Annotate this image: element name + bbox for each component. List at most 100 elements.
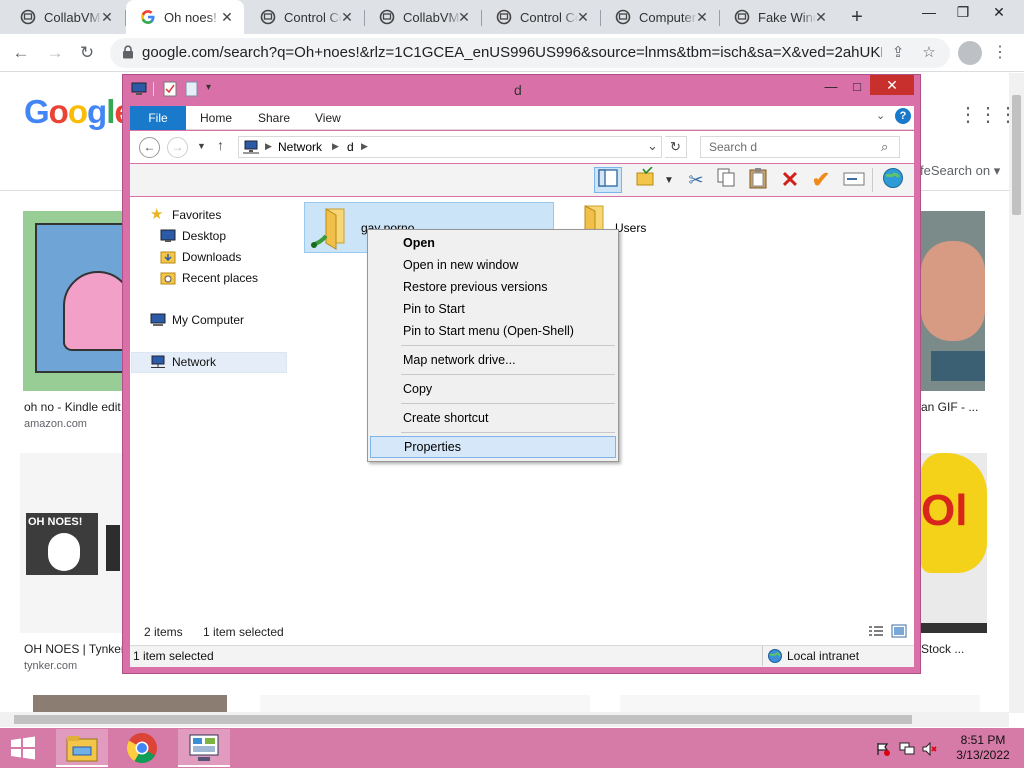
breadcrumb[interactable]: ▶ Network ▶ d ▶ ⌄: [238, 136, 662, 158]
close-icon[interactable]: ✕: [812, 8, 830, 26]
copy-icon[interactable]: [712, 167, 740, 193]
taskbar-chrome[interactable]: [116, 729, 168, 767]
close-icon[interactable]: ✕: [455, 8, 473, 26]
tab-computer[interactable]: Computer ✕: [601, 0, 719, 34]
scroll-thumb[interactable]: [14, 715, 912, 724]
close-icon[interactable]: ✕: [870, 75, 914, 95]
system-clock[interactable]: 8:51 PM 3/13/2022: [944, 733, 1022, 763]
nav-network[interactable]: Network: [150, 352, 216, 372]
back-arrow-icon[interactable]: ←: [139, 137, 160, 158]
network-tray-icon[interactable]: [899, 742, 915, 756]
safesearch-toggle[interactable]: feSearch on ▾: [920, 163, 1000, 179]
reload-icon[interactable]: ↻: [74, 40, 100, 66]
computer-icon[interactable]: [131, 81, 147, 97]
chevron-right-icon[interactable]: ▶: [332, 141, 339, 152]
refresh-icon[interactable]: ↻: [665, 136, 687, 158]
ribbon-tab-view[interactable]: View: [315, 106, 341, 130]
share-icon[interactable]: ⇪: [888, 43, 908, 63]
up-arrow-icon[interactable]: ↑: [217, 137, 224, 153]
result-thumb-photo[interactable]: [921, 211, 985, 391]
breadcrumb-item-network[interactable]: Network: [278, 140, 322, 154]
start-button[interactable]: [8, 735, 38, 761]
select-folder-icon[interactable]: [632, 166, 660, 193]
file-name[interactable]: Users: [615, 221, 646, 235]
close-icon[interactable]: ✕: [218, 8, 236, 26]
result-caption[interactable]: OH NOES | Tynker: [24, 642, 125, 656]
tab-control-center-2[interactable]: Control Center ✕: [482, 0, 600, 34]
volume-muted-icon[interactable]: [922, 741, 938, 757]
kebab-menu-icon[interactable]: ⋮: [990, 42, 1010, 64]
recent-locations-icon[interactable]: ▼: [197, 141, 206, 151]
bookmark-star-icon[interactable]: ☆: [919, 43, 939, 63]
action-center-flag-icon[interactable]: [876, 742, 890, 756]
menu-item-pin-to-start-menu[interactable]: Pin to Start menu (Open-Shell): [370, 320, 616, 342]
nav-recent-places[interactable]: Recent places: [160, 268, 258, 288]
paste-icon[interactable]: [744, 167, 772, 193]
menu-item-map-network-drive[interactable]: Map network drive...: [370, 349, 616, 371]
nav-downloads[interactable]: Downloads: [160, 247, 241, 267]
nav-my-computer[interactable]: My Computer: [150, 310, 244, 330]
page-horizontal-scrollbar[interactable]: [0, 712, 1009, 727]
details-view-icon[interactable]: [868, 625, 884, 637]
rename-icon[interactable]: [840, 167, 868, 193]
result-thumb-pink-elephant[interactable]: [23, 211, 123, 391]
back-arrow-icon[interactable]: ←: [8, 40, 34, 66]
result-thumb-bottom[interactable]: [620, 695, 980, 712]
minimize-icon[interactable]: —: [912, 0, 946, 26]
tab-fake-windows[interactable]: Fake Windows ✕: [720, 0, 838, 34]
maximize-icon[interactable]: □: [844, 78, 870, 96]
forward-arrow-icon[interactable]: →: [42, 40, 68, 66]
delete-icon[interactable]: ✕: [776, 167, 804, 193]
close-icon[interactable]: ✕: [338, 8, 356, 26]
profile-avatar[interactable]: [958, 41, 982, 65]
help-icon[interactable]: ?: [895, 108, 911, 124]
menu-item-properties[interactable]: Properties: [370, 436, 616, 458]
tab-collabvm-2[interactable]: CollabVM ✕: [365, 0, 481, 34]
tab-control-center-1[interactable]: Control Center ✕: [246, 0, 364, 34]
new-folder-icon[interactable]: [185, 81, 201, 97]
result-caption[interactable]: an GIF - ...: [921, 400, 978, 414]
nav-desktop[interactable]: Desktop: [160, 226, 226, 246]
breadcrumb-item-d[interactable]: d: [347, 140, 354, 154]
ribbon-tab-home[interactable]: Home: [200, 106, 232, 130]
new-tab-button[interactable]: +: [845, 5, 869, 29]
ribbon-tab-share[interactable]: Share: [258, 106, 290, 130]
menu-item-pin-to-start[interactable]: Pin to Start: [370, 298, 616, 320]
close-icon[interactable]: ✕: [982, 0, 1016, 26]
taskbar-control-panel[interactable]: [178, 729, 230, 767]
menu-item-open-new-window[interactable]: Open in new window: [370, 254, 616, 276]
result-caption[interactable]: Stock ...: [921, 642, 964, 656]
minimize-icon[interactable]: —: [818, 78, 844, 96]
ribbon-tab-file[interactable]: File: [130, 106, 186, 130]
close-icon[interactable]: ✕: [693, 8, 711, 26]
qat-dropdown-icon[interactable]: ▾: [206, 82, 211, 93]
nav-favorites[interactable]: ★ Favorites: [150, 205, 221, 225]
checkmark-icon[interactable]: ✔: [807, 167, 835, 193]
dropdown-arrow-icon[interactable]: ▼: [664, 175, 674, 186]
large-icons-view-icon[interactable]: [891, 624, 907, 638]
search-input[interactable]: Search d ⌕: [700, 136, 900, 158]
menu-item-restore-previous-versions[interactable]: Restore previous versions: [370, 276, 616, 298]
preview-pane-icon[interactable]: [594, 167, 622, 193]
chevron-down-icon[interactable]: ⌄: [647, 138, 658, 154]
url-text[interactable]: google.com/search?q=Oh+noes!&rlz=1C1GCEA…: [142, 44, 882, 62]
result-thumb-oh-no-comic[interactable]: Ol: [921, 453, 987, 633]
globe-icon[interactable]: [879, 167, 907, 193]
close-icon[interactable]: ✕: [574, 8, 592, 26]
cut-icon[interactable]: ✂: [682, 167, 710, 193]
scroll-thumb[interactable]: [1012, 95, 1021, 215]
page-vertical-scrollbar[interactable]: [1009, 73, 1024, 713]
chevron-down-icon[interactable]: ⌄: [876, 109, 885, 122]
taskbar-file-explorer[interactable]: [56, 729, 108, 767]
result-thumb-bottom[interactable]: [260, 695, 590, 712]
result-source[interactable]: tynker.com: [24, 660, 77, 672]
tab-collabvm-1[interactable]: CollabVM ✕: [6, 0, 124, 34]
forward-arrow-icon[interactable]: →: [167, 137, 188, 158]
menu-item-create-shortcut[interactable]: Create shortcut: [370, 407, 616, 429]
menu-item-open[interactable]: Open: [370, 232, 616, 254]
result-source[interactable]: amazon.com: [24, 418, 87, 430]
result-thumb-oh-noes-cat[interactable]: OH NOES!: [20, 453, 126, 633]
close-icon[interactable]: ✕: [98, 8, 116, 26]
tab-oh-noes[interactable]: Oh noes! ✕: [126, 0, 244, 34]
result-caption[interactable]: oh no - Kindle edit: [24, 400, 121, 414]
